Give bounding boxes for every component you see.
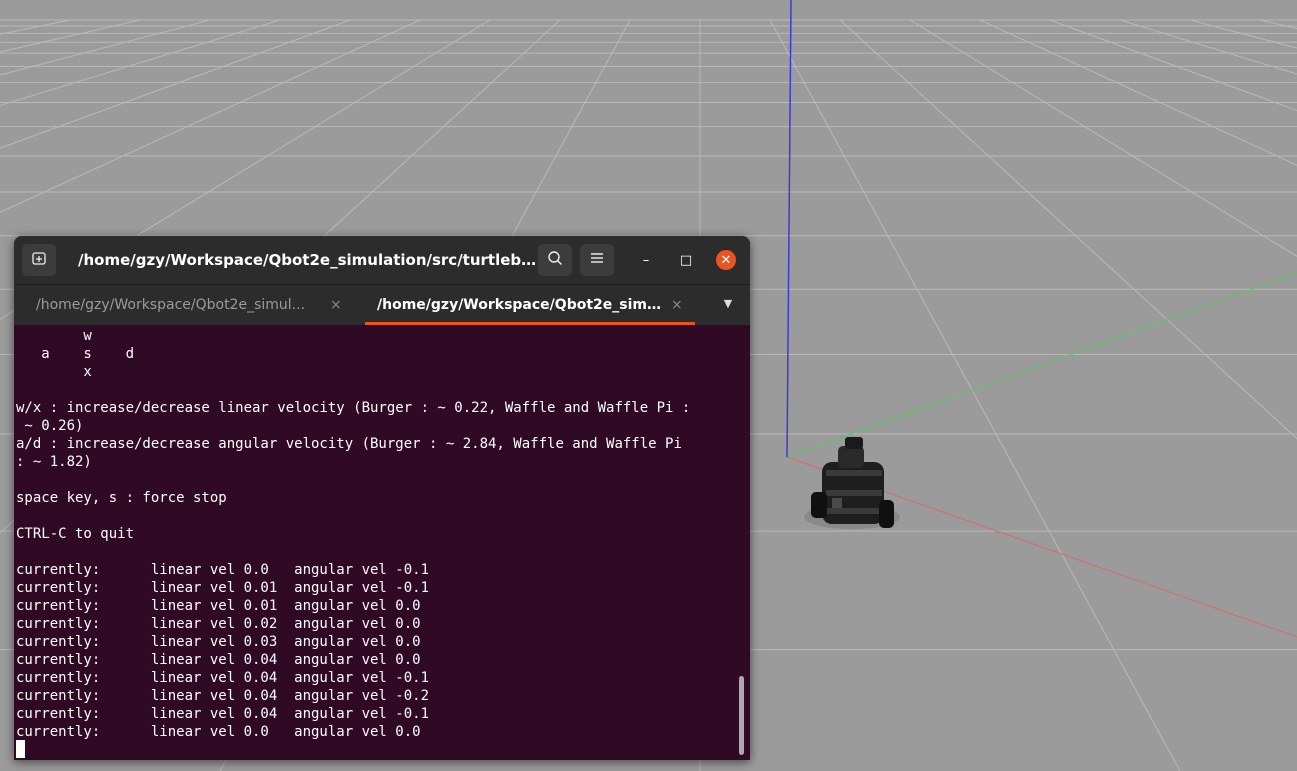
tab-2-close-icon[interactable]: × [671,285,683,325]
minimize-button[interactable]: – [636,250,656,270]
menu-button[interactable] [580,244,614,276]
output-line: currently: linear vel 0.04 angular vel -… [16,706,430,722]
output-line: currently: linear vel 0.02 angular vel 0… [16,616,421,632]
output-line: currently: linear vel 0.04 angular vel -… [16,688,430,704]
text-cursor [16,740,25,758]
tab-1[interactable]: /home/gzy/Workspace/Qbot2e_simul... [36,285,356,325]
tab-2[interactable]: /home/gzy/Workspace/Qbot2e_simul... [365,285,695,325]
new-tab-button[interactable] [22,244,56,276]
output-line: a/d : increase/decrease angular velocity… [16,436,682,452]
maximize-button[interactable]: □ [676,250,696,270]
output-line: currently: linear vel 0.03 angular vel 0… [16,634,421,650]
tab-1-label: /home/gzy/Workspace/Qbot2e_simul... [36,297,306,313]
output-line: : ~ 1.82) [16,454,92,470]
new-tab-icon [31,250,47,270]
search-button[interactable] [538,244,572,276]
tab-2-label: /home/gzy/Workspace/Qbot2e_simul... [377,297,667,313]
output-line: currently: linear vel 0.0 angular vel -0… [16,562,430,578]
terminal-title: /home/gzy/Workspace/Qbot2e_simulation/sr… [78,251,538,269]
output-line: currently: linear vel 0.04 angular vel -… [16,670,430,686]
tab-1-close-icon[interactable]: × [330,285,342,325]
tab-dropdown-icon[interactable]: ▼ [718,297,738,313]
tab-bar: /home/gzy/Workspace/Qbot2e_simul... × /h… [14,284,750,325]
output-line: x [16,364,92,380]
terminal-window[interactable]: /home/gzy/Workspace/Qbot2e_simulation/sr… [14,236,750,760]
terminal-titlebar[interactable]: /home/gzy/Workspace/Qbot2e_simulation/sr… [14,236,750,284]
terminal-output[interactable]: w a s d x w/x : increase/decrease linear… [14,325,750,760]
scrollbar[interactable] [739,676,744,755]
output-line: ~ 0.26) [16,418,84,434]
output-line: currently: linear vel 0.01 angular vel -… [16,580,430,596]
close-button[interactable]: ✕ [716,250,736,270]
output-line: w [16,328,92,344]
output-line: currently: linear vel 0.0 angular vel 0.… [16,724,421,740]
output-line: currently: linear vel 0.04 angular vel 0… [16,652,421,668]
output-line: a s d [16,346,135,362]
output-line: space key, s : force stop [16,490,227,506]
search-icon [547,250,563,270]
output-line: CTRL-C to quit [16,526,135,542]
output-line: w/x : increase/decrease linear velocity … [16,400,691,416]
hamburger-menu-icon [590,252,604,268]
output-line: currently: linear vel 0.01 angular vel 0… [16,598,421,614]
